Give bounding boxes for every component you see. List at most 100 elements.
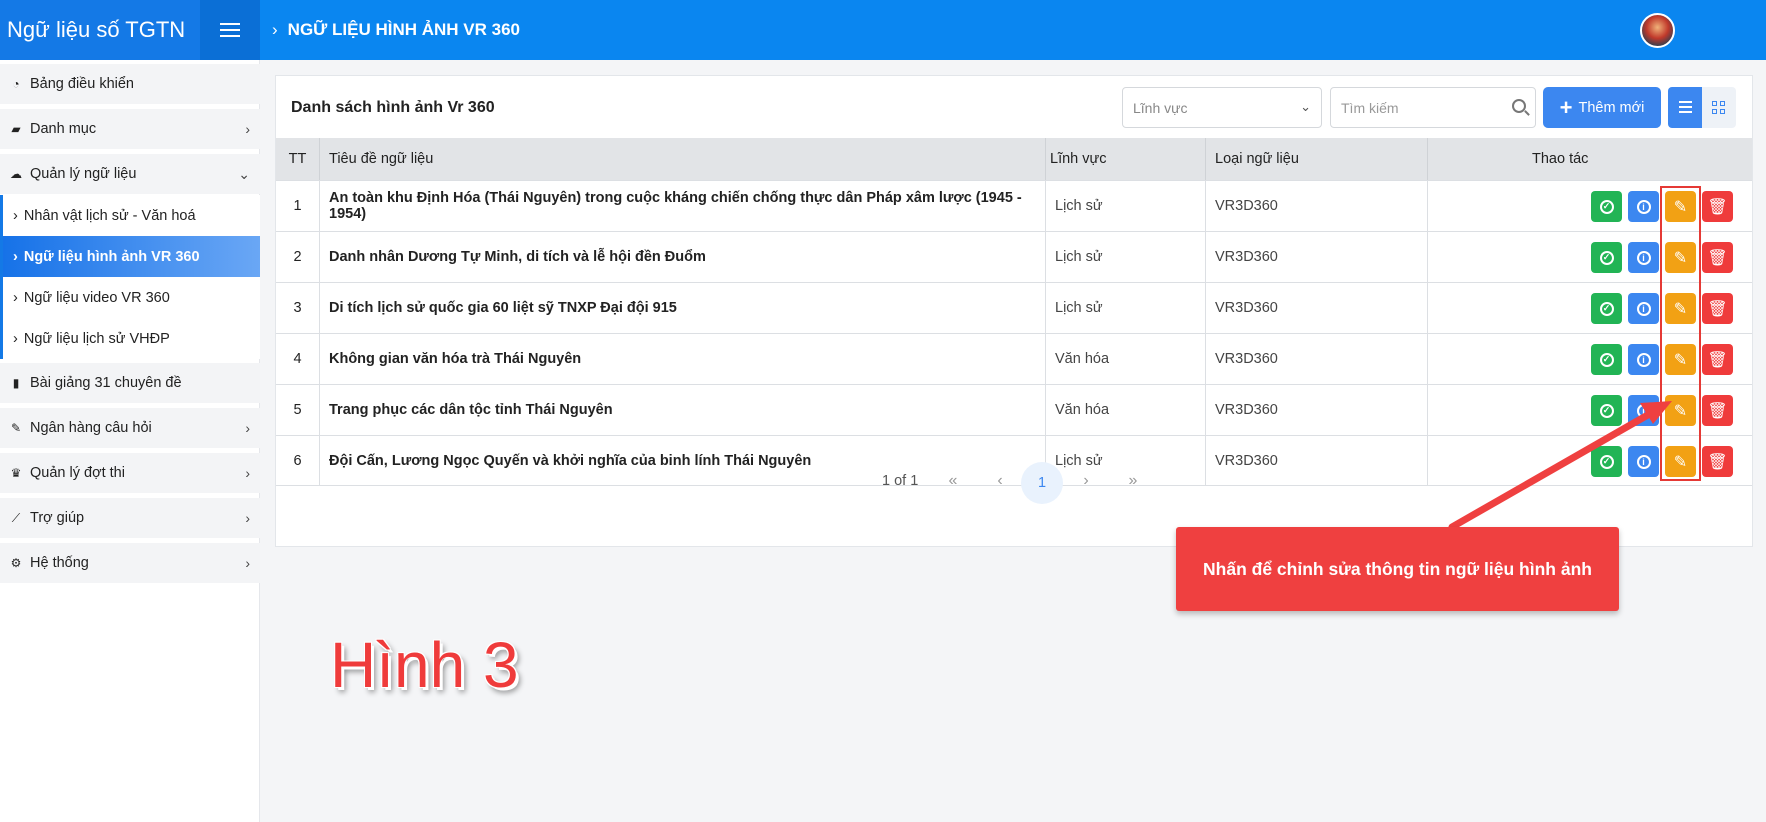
- sidebar-item-label: Ngân hàng câu hỏi: [30, 420, 152, 436]
- trash-icon: 🗑: [1707, 402, 1728, 420]
- sidebar-subitem-vr360-videos[interactable]: › Ngữ liệu video VR 360: [0, 277, 260, 318]
- trophy-icon: ♛: [10, 466, 22, 480]
- cell-type: VR3D360: [1206, 181, 1428, 231]
- page-current-button[interactable]: 1: [1021, 462, 1063, 504]
- info-icon: i: [1636, 250, 1651, 265]
- card-title: Danh sách hình ảnh Vr 360: [291, 99, 495, 116]
- sidebar-item-help[interactable]: ⟋ Trợ giúp ›: [0, 498, 260, 538]
- sidebar-item-content-management[interactable]: ☁ Quản lý ngữ liệu ⌄: [0, 154, 260, 194]
- sidebar-subitem-historical-figures[interactable]: › Nhân vật lịch sử - Văn hoá: [0, 195, 260, 236]
- plus-icon: +: [1559, 94, 1573, 120]
- user-avatar[interactable]: [1640, 13, 1675, 48]
- table-row: 1 An toàn khu Định Hóa (Thái Nguyên) tro…: [276, 180, 1752, 231]
- sidebar-item-label: Bảng điều khiển: [30, 76, 134, 92]
- cell-type: VR3D360: [1206, 283, 1428, 333]
- content-card: Danh sách hình ảnh Vr 360 Lĩnh vực ⌄ + T…: [275, 75, 1753, 547]
- chevron-right-icon: ›: [13, 330, 18, 347]
- prev-page-icon[interactable]: ‹: [985, 466, 1015, 496]
- cell-type: VR3D360: [1206, 232, 1428, 282]
- hamburger-menu-icon[interactable]: [200, 0, 260, 60]
- approve-button[interactable]: ✓: [1591, 242, 1622, 273]
- field-filter-select[interactable]: Lĩnh vực ⌄: [1122, 87, 1322, 128]
- chevron-down-icon: ⌄: [238, 166, 250, 182]
- list-view-icon[interactable]: [1668, 87, 1702, 128]
- delete-button[interactable]: 🗑: [1702, 293, 1733, 324]
- app-title[interactable]: Ngữ liệu số TGTN: [0, 0, 200, 60]
- chevron-right-icon: ›: [245, 420, 250, 436]
- figure-label: Hình 3: [330, 629, 519, 701]
- add-new-label: Thêm mới: [1578, 99, 1645, 116]
- cell-title: An toàn khu Định Hóa (Thái Nguyên) trong…: [320, 181, 1046, 231]
- delete-button[interactable]: 🗑: [1702, 344, 1733, 375]
- check-icon: ✓: [1599, 199, 1614, 214]
- sidebar-subitem-label: Nhân vật lịch sử - Văn hoá: [23, 207, 196, 224]
- info-button[interactable]: i: [1628, 242, 1659, 273]
- col-title: Tiêu đề ngữ liệu: [320, 138, 1046, 180]
- info-button[interactable]: i: [1628, 293, 1659, 324]
- check-icon: ✓: [1599, 403, 1614, 418]
- callout-box: Nhấn để chỉnh sửa thông tin ngữ liệu hìn…: [1176, 527, 1619, 611]
- info-icon: i: [1636, 301, 1651, 316]
- add-new-button[interactable]: + Thêm mới: [1543, 87, 1661, 128]
- cell-field: Lịch sử: [1046, 283, 1206, 333]
- delete-button[interactable]: 🗑: [1702, 191, 1733, 222]
- last-page-icon[interactable]: »: [1118, 466, 1148, 496]
- table-row: 3 Di tích lịch sử quốc gia 60 liệt sỹ TN…: [276, 282, 1752, 333]
- cell-title: Không gian văn hóa trà Thái Nguyên: [320, 334, 1046, 384]
- book-icon: ▮: [12, 376, 20, 390]
- breadcrumb: › NGỮ LIỆU HÌNH ẢNH VR 360: [272, 0, 520, 60]
- trash-icon: 🗑: [1707, 351, 1728, 369]
- top-bar: Ngữ liệu số TGTN › NGỮ LIỆU HÌNH ẢNH VR …: [0, 0, 1766, 60]
- cell-field: Lịch sử: [1046, 232, 1206, 282]
- table-header: TT Tiêu đề ngữ liệu Lĩnh vực Loại ngữ li…: [276, 138, 1752, 180]
- cell-tt: 5: [276, 385, 320, 435]
- sidebar: ◔ Bảng điều khiển ▰ Danh mục › ☁ Quản lý…: [0, 60, 260, 822]
- breadcrumb-current: NGỮ LIỆU HÌNH ẢNH VR 360: [287, 20, 520, 39]
- edit-icon: ✎: [10, 421, 22, 435]
- first-page-icon[interactable]: «: [938, 466, 968, 496]
- trash-icon: 🗑: [1707, 249, 1728, 267]
- check-icon: ✓: [1599, 250, 1614, 265]
- sidebar-item-dashboard[interactable]: ◔ Bảng điều khiển: [0, 64, 260, 104]
- approve-button[interactable]: ✓: [1591, 395, 1622, 426]
- sidebar-subitem-vr360-images[interactable]: › Ngữ liệu hình ảnh VR 360: [0, 236, 260, 277]
- info-icon: i: [1636, 403, 1651, 418]
- sidebar-item-label: Bài giảng 31 chuyên đề: [30, 375, 182, 391]
- delete-button[interactable]: 🗑: [1702, 395, 1733, 426]
- cogs-icon: ⚙: [10, 556, 22, 570]
- info-button[interactable]: i: [1628, 395, 1659, 426]
- chevron-right-icon: ›: [272, 20, 278, 39]
- trash-icon: 🗑: [1707, 198, 1728, 216]
- delete-button[interactable]: 🗑: [1702, 242, 1733, 273]
- sidebar-item-question-bank[interactable]: ✎ Ngân hàng câu hỏi ›: [0, 408, 260, 448]
- chevron-right-icon: ›: [13, 207, 18, 224]
- cell-field: Lịch sử: [1046, 181, 1206, 231]
- sidebar-item-label: Quản lý ngữ liệu: [30, 166, 137, 182]
- info-button[interactable]: i: [1628, 191, 1659, 222]
- cell-tt: 1: [276, 181, 320, 231]
- cell-tt: 4: [276, 334, 320, 384]
- sidebar-item-exams[interactable]: ♛ Quản lý đợt thi ›: [0, 453, 260, 493]
- chevron-down-icon: ⌄: [1300, 99, 1311, 114]
- info-icon: i: [1636, 352, 1651, 367]
- sidebar-subitem-label: Ngữ liệu video VR 360: [23, 289, 170, 306]
- approve-button[interactable]: ✓: [1591, 344, 1622, 375]
- cell-tt: 2: [276, 232, 320, 282]
- sidebar-item-lectures[interactable]: ▮ Bài giảng 31 chuyên đề: [0, 363, 260, 403]
- approve-button[interactable]: ✓: [1591, 293, 1622, 324]
- info-button[interactable]: i: [1628, 344, 1659, 375]
- grid-view-icon[interactable]: [1702, 87, 1736, 128]
- sidebar-item-system[interactable]: ⚙ Hệ thống ›: [0, 543, 260, 583]
- sidebar-item-categories[interactable]: ▰ Danh mục ›: [0, 109, 260, 149]
- highlight-box: [1660, 186, 1701, 481]
- chevron-right-icon: ›: [245, 121, 250, 137]
- dashboard-icon: ◔: [12, 77, 20, 91]
- sidebar-subitem-local-history[interactable]: › Ngữ liệu lịch sử VHĐP: [0, 318, 260, 359]
- sidebar-item-label: Hệ thống: [30, 555, 89, 571]
- approve-button[interactable]: ✓: [1591, 191, 1622, 222]
- col-actions: Thao tác: [1532, 151, 1589, 167]
- pagination: 1 of 1 « ‹ 1 › »: [276, 462, 1752, 504]
- next-page-icon[interactable]: ›: [1071, 466, 1101, 496]
- chevron-right-icon: ›: [245, 555, 250, 571]
- search-input[interactable]: [1330, 87, 1536, 128]
